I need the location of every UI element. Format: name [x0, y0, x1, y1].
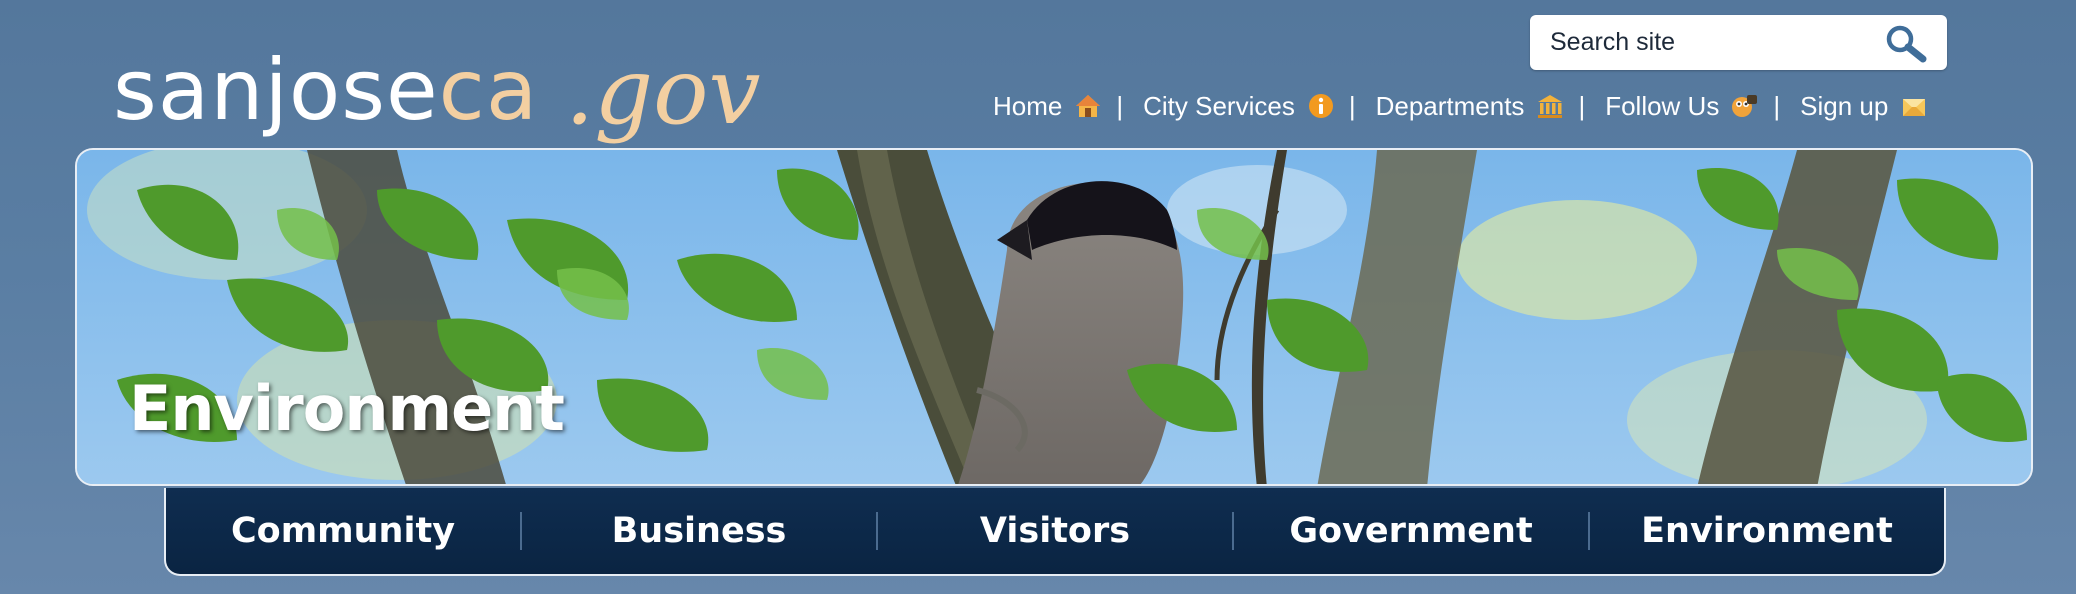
util-sign-up-link[interactable]: Sign up [1800, 91, 1928, 122]
banner-title: Environment [129, 372, 565, 445]
util-city-services-label: City Services [1143, 90, 1295, 121]
util-separator: | [1116, 90, 1124, 121]
util-departments-link[interactable]: Departments [1376, 91, 1565, 122]
utility-nav: Home | City Services | Departments | Fol… [993, 88, 1928, 124]
nav-item-visitors[interactable]: Visitors [878, 511, 1232, 551]
search-icon[interactable] [1883, 23, 1929, 63]
nav-item-business[interactable]: Business [522, 511, 876, 551]
nav-item-government[interactable]: Government [1234, 511, 1588, 551]
nav-item-community[interactable]: Community [166, 511, 520, 551]
search-box [1530, 15, 1947, 70]
util-departments-label: Departments [1375, 90, 1525, 121]
util-home-link[interactable]: Home [993, 91, 1102, 122]
logo-sanjose: sanjose [113, 41, 439, 139]
home-icon [1074, 92, 1102, 120]
util-home-label: Home [993, 90, 1063, 121]
util-city-services-link[interactable]: City Services [1143, 91, 1335, 122]
logo-wordmark: sanjoseca [113, 48, 538, 132]
envelope-icon [1900, 92, 1928, 120]
nav-item-environment[interactable]: Environment [1590, 511, 1944, 551]
logo-ca: ca [438, 41, 539, 139]
util-follow-us-label: Follow Us [1605, 90, 1720, 121]
building-icon [1536, 92, 1564, 120]
main-nav: Community Business Visitors Government E… [164, 488, 1946, 576]
logo-gov: .gov [565, 38, 761, 145]
util-separator: | [1348, 90, 1356, 121]
util-follow-us-link[interactable]: Follow Us [1605, 91, 1759, 122]
info-icon [1307, 92, 1335, 120]
util-separator: | [1773, 90, 1781, 121]
hero-banner: Environment [75, 148, 2033, 486]
util-sign-up-label: Sign up [1800, 90, 1889, 121]
follow-icon [1731, 92, 1759, 120]
search-input[interactable] [1530, 15, 1870, 70]
util-separator: | [1578, 90, 1586, 121]
